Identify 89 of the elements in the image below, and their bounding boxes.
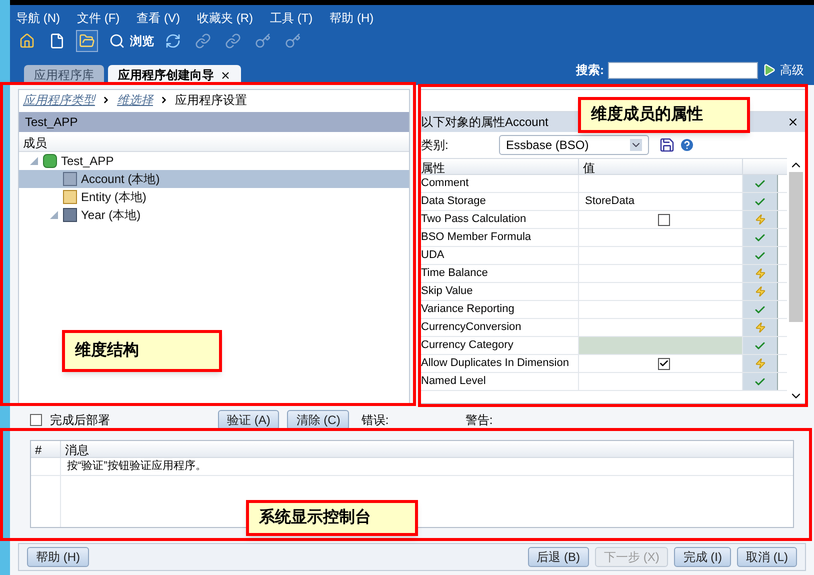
lightning-icon xyxy=(754,322,766,333)
save-icon[interactable] xyxy=(659,137,675,153)
help-icon[interactable] xyxy=(679,137,695,153)
menu-item[interactable]: 收藏夹 (R) xyxy=(197,9,253,27)
chevron-icon xyxy=(101,95,111,105)
check-icon xyxy=(754,178,766,190)
column-header: 值 xyxy=(579,159,743,174)
dimension-icon xyxy=(63,172,77,186)
lightning-icon xyxy=(754,268,766,279)
action-button[interactable]: 清除 (C) xyxy=(287,410,350,430)
dimension-icon xyxy=(63,208,77,222)
property-name: BSO Member Formula xyxy=(419,229,579,246)
check-icon xyxy=(754,340,766,352)
checkbox[interactable] xyxy=(658,214,670,226)
search-field[interactable] xyxy=(608,62,758,78)
check-icon xyxy=(754,304,766,316)
menu-item[interactable]: 帮助 (H) xyxy=(330,9,374,27)
property-name: Time Balance xyxy=(419,265,579,282)
property-name: Named Level xyxy=(419,373,579,390)
tree-label: Year (本地) xyxy=(81,207,141,224)
property-name: Variance Reporting xyxy=(419,301,579,318)
menu-item[interactable]: 查看 (V) xyxy=(136,9,180,27)
property-name: Skip Value xyxy=(419,283,579,300)
folder-icon[interactable] xyxy=(79,33,95,49)
check-icon xyxy=(658,358,668,369)
breadcrumb-item[interactable]: 维选择 xyxy=(117,91,153,109)
checkbox[interactable] xyxy=(658,358,670,370)
nav-button[interactable]: 取消 (L) xyxy=(737,547,797,567)
breadcrumb-item: 应用程序设置 xyxy=(175,92,247,109)
property-name: Two Pass Calculation xyxy=(419,211,579,228)
warnings-label: 警告: xyxy=(465,412,493,429)
property-name: Comment xyxy=(419,175,579,192)
property-name: UDA xyxy=(419,247,579,264)
expand-triangle-icon[interactable] xyxy=(30,157,38,165)
close-icon[interactable] xyxy=(220,70,231,80)
check-icon xyxy=(754,376,766,388)
lightning-icon xyxy=(754,214,766,225)
property-name: Data Storage xyxy=(419,193,579,210)
check-icon xyxy=(754,250,766,262)
category-dropdown[interactable]: Essbase (BSO) xyxy=(499,135,649,155)
expand-triangle-icon[interactable] xyxy=(50,211,58,219)
menu-item[interactable]: 文件 (F) xyxy=(77,9,120,27)
document-icon[interactable] xyxy=(49,33,65,49)
tree-label: Test_APP xyxy=(61,153,114,170)
category-label: 类别: xyxy=(421,137,450,154)
checkbox[interactable] xyxy=(30,414,42,426)
callout-note: 维度结构 xyxy=(62,330,222,372)
column-header: 成员 xyxy=(19,135,409,152)
breadcrumb-item[interactable]: 应用程序类型 xyxy=(23,91,95,109)
menu-item[interactable]: 工具 (T) xyxy=(270,9,313,27)
tree-row[interactable]: Test_APP xyxy=(19,152,409,170)
cube-icon xyxy=(43,154,57,168)
property-name: CurrencyConversion xyxy=(419,319,579,336)
column-header: # xyxy=(31,441,61,457)
tree-row[interactable]: Year (本地) xyxy=(19,206,409,224)
check-icon xyxy=(754,232,766,244)
panel-title: Test_APP xyxy=(19,112,409,132)
column-header: 消息 xyxy=(64,442,89,457)
tree-label: Account (本地) xyxy=(81,171,160,188)
browse-label[interactable]: 浏览 xyxy=(130,32,154,50)
advanced-link[interactable]: 高级 xyxy=(780,61,804,79)
callout-note: 维度成员的属性 xyxy=(578,97,750,133)
lightning-icon xyxy=(754,358,766,369)
menu-item[interactable]: 导航 (N) xyxy=(16,9,60,27)
property-name: Allow Duplicates In Dimension xyxy=(419,355,579,372)
home-icon[interactable] xyxy=(19,33,35,49)
search-label: 搜索: xyxy=(576,62,604,79)
tree-row[interactable]: Entity (本地) xyxy=(19,188,409,206)
nav-button[interactable]: 完成 (I) xyxy=(674,547,731,567)
panel-title: 以下对象的属性Account xyxy=(421,114,548,131)
help-button[interactable]: 帮助 (H) xyxy=(27,547,89,567)
hierarchy-icon xyxy=(63,190,77,204)
close-icon[interactable] xyxy=(787,116,799,128)
callout-note: 系统显示控制台 xyxy=(246,500,418,536)
column-header: 属性 xyxy=(419,159,579,174)
caret-icon xyxy=(630,139,642,151)
errors-label: 错误: xyxy=(361,412,390,429)
magnifier-icon[interactable] xyxy=(109,33,125,49)
chevron-icon xyxy=(159,95,169,105)
lightning-icon xyxy=(754,286,766,297)
nav-button[interactable]: 后退 (B) xyxy=(528,547,589,567)
refresh-icon[interactable] xyxy=(165,33,181,49)
tree-label: Entity (本地) xyxy=(81,189,146,206)
deploy-label: 完成后部署 xyxy=(50,412,111,429)
action-button[interactable]: 验证 (A) xyxy=(218,410,280,430)
check-icon xyxy=(754,196,766,208)
console-message: 按“验证”按钮验证应用程序。 xyxy=(66,458,206,474)
play-icon[interactable] xyxy=(762,63,776,77)
tree-row[interactable]: Account (本地) xyxy=(19,170,409,188)
